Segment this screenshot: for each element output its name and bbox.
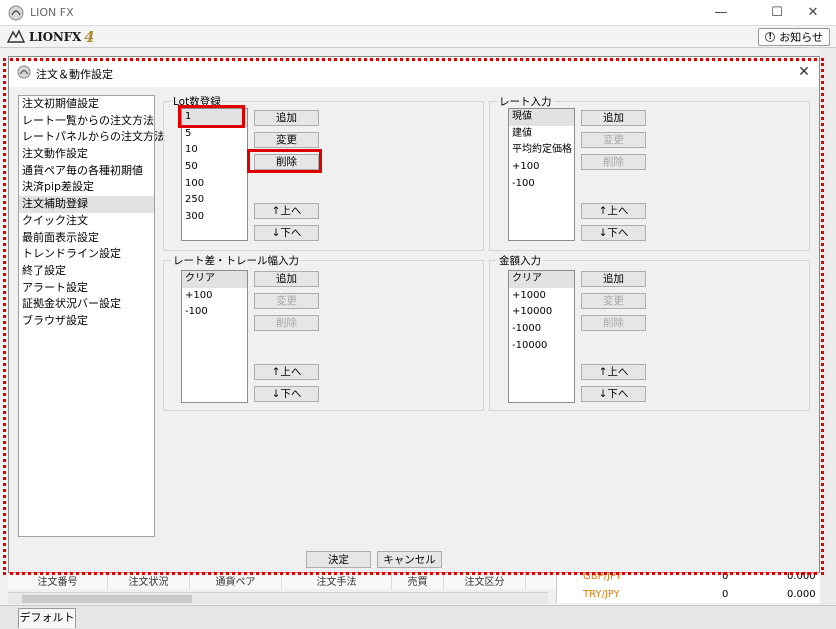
- pair-name: TRY/JPY: [583, 589, 620, 600]
- nav-item[interactable]: 終了設定: [19, 263, 154, 280]
- list-item[interactable]: -10000: [509, 338, 574, 355]
- main-title-bar: LION FX — ☐ ✕: [0, 0, 836, 26]
- rate-up-button[interactable]: ↑上へ: [581, 203, 646, 219]
- pair-value: 0.000: [787, 589, 816, 600]
- list-item-selected[interactable]: クリア: [509, 271, 574, 288]
- close-window-button[interactable]: ✕: [790, 0, 836, 26]
- spread-change-button[interactable]: 変更: [254, 293, 319, 309]
- list-item-selected[interactable]: クリア: [182, 271, 247, 288]
- list-item[interactable]: +100: [182, 288, 247, 305]
- tab-default[interactable]: デフォルト: [18, 608, 76, 628]
- minimize-button[interactable]: —: [698, 0, 744, 26]
- group-legend: Lot数登録: [173, 96, 221, 108]
- list-item[interactable]: -1000: [509, 321, 574, 338]
- amount-list[interactable]: クリア +1000 +10000 -1000 -10000: [508, 270, 575, 403]
- nav-item[interactable]: 決済pip差設定: [19, 179, 154, 196]
- settings-nav: 注文初期値設定 レート一覧からの注文方法 レートパネルからの注文方法 注文動作設…: [18, 95, 165, 537]
- list-item-selected[interactable]: 1: [182, 109, 247, 126]
- nav-item[interactable]: 証拠金状況バー設定: [19, 296, 154, 313]
- spread-list[interactable]: クリア +100 -100: [181, 270, 248, 403]
- group-legend: レート差・トレール幅入力: [173, 255, 299, 267]
- amount-change-button[interactable]: 変更: [581, 293, 646, 309]
- info-icon: !: [765, 32, 776, 42]
- group-legend: 金額入力: [499, 255, 541, 267]
- dialog-title: 注文＆動作設定: [36, 68, 113, 81]
- bottom-tab-bar: デフォルト: [0, 605, 836, 629]
- nav-item[interactable]: クイック注文: [19, 213, 154, 230]
- lot-change-button[interactable]: 変更: [254, 132, 319, 148]
- dialog-title-bar: 注文＆動作設定 ✕: [9, 57, 819, 87]
- window-title: LION FX: [30, 6, 74, 19]
- rate-list[interactable]: 現値 建値 平均約定価格 +100 -100: [508, 108, 575, 241]
- brand-version: 4: [84, 28, 95, 46]
- list-item[interactable]: 100: [182, 176, 247, 193]
- nav-item[interactable]: ブラウザ設定: [19, 313, 154, 330]
- group-legend: レート入力: [499, 96, 552, 108]
- nav-item[interactable]: 通貨ペア毎の各種初期値: [19, 163, 154, 180]
- lion-mark-icon: [6, 29, 26, 43]
- list-item[interactable]: 10: [182, 142, 247, 159]
- notice-button[interactable]: ! お知らせ: [758, 28, 830, 46]
- nav-item[interactable]: レートパネルからの注文方法: [19, 129, 165, 146]
- settings-dialog: 注文＆動作設定 ✕ 注文初期値設定 レート一覧からの注文方法 レートパネルからの…: [8, 56, 820, 573]
- lot-delete-button[interactable]: 削除: [254, 154, 319, 170]
- amount-up-button[interactable]: ↑上へ: [581, 364, 646, 380]
- rate-add-button[interactable]: 追加: [581, 110, 646, 126]
- list-item[interactable]: +1000: [509, 288, 574, 305]
- lot-add-button[interactable]: 追加: [254, 110, 319, 126]
- list-item[interactable]: 300: [182, 209, 247, 226]
- list-item[interactable]: 建値: [509, 126, 574, 143]
- rate-change-button[interactable]: 変更: [581, 132, 646, 148]
- amount-down-button[interactable]: ↓下へ: [581, 386, 646, 402]
- spread-down-button[interactable]: ↓下へ: [254, 386, 319, 402]
- list-item[interactable]: 250: [182, 192, 247, 209]
- list-item[interactable]: +10000: [509, 304, 574, 321]
- horizontal-scrollbar[interactable]: [8, 592, 548, 604]
- lot-list[interactable]: 1 5 10 50 100 250 300: [181, 108, 248, 241]
- list-item-selected[interactable]: 現値: [509, 109, 574, 126]
- pair-row[interactable]: TRY/JPY 0 0.000: [557, 585, 821, 603]
- nav-item[interactable]: 注文初期値設定: [19, 96, 154, 113]
- amount-add-button[interactable]: 追加: [581, 271, 646, 287]
- nav-item[interactable]: レート一覧からの注文方法: [19, 113, 154, 130]
- spread-add-button[interactable]: 追加: [254, 271, 319, 287]
- list-item[interactable]: 平均約定価格: [509, 142, 574, 159]
- list-item[interactable]: -100: [509, 176, 574, 193]
- app-toolbar: LIONFX 4 ! お知らせ: [0, 26, 836, 48]
- nav-item[interactable]: アラート設定: [19, 280, 154, 297]
- list-item[interactable]: 5: [182, 126, 247, 143]
- rate-down-button[interactable]: ↓下へ: [581, 225, 646, 241]
- close-icon[interactable]: ✕: [793, 61, 815, 83]
- list-item[interactable]: -100: [182, 304, 247, 321]
- spread-delete-button[interactable]: 削除: [254, 315, 319, 331]
- cancel-button[interactable]: キャンセル: [377, 551, 442, 568]
- lion-logo-icon: [17, 65, 31, 79]
- amount-delete-button[interactable]: 削除: [581, 315, 646, 331]
- nav-item[interactable]: 最前面表示設定: [19, 230, 154, 247]
- background-side-panel: [820, 48, 836, 608]
- list-item[interactable]: 50: [182, 159, 247, 176]
- nav-item-selected[interactable]: 注文補助登録: [19, 196, 154, 213]
- lion-logo-icon: [8, 5, 24, 21]
- lot-up-button[interactable]: ↑上へ: [254, 203, 319, 219]
- pair-qty: 0: [722, 589, 729, 600]
- scrollbar-thumb[interactable]: [22, 595, 192, 603]
- spread-up-button[interactable]: ↑上へ: [254, 364, 319, 380]
- nav-item[interactable]: トレンドライン設定: [19, 246, 154, 263]
- brand-text: LIONFX: [29, 30, 82, 44]
- rate-delete-button[interactable]: 削除: [581, 154, 646, 170]
- brand-logo: LIONFX 4: [6, 28, 95, 46]
- ok-button[interactable]: 決定: [306, 551, 371, 568]
- notice-label: お知らせ: [779, 31, 823, 44]
- nav-item[interactable]: 注文動作設定: [19, 146, 154, 163]
- lot-down-button[interactable]: ↓下へ: [254, 225, 319, 241]
- list-item[interactable]: +100: [509, 159, 574, 176]
